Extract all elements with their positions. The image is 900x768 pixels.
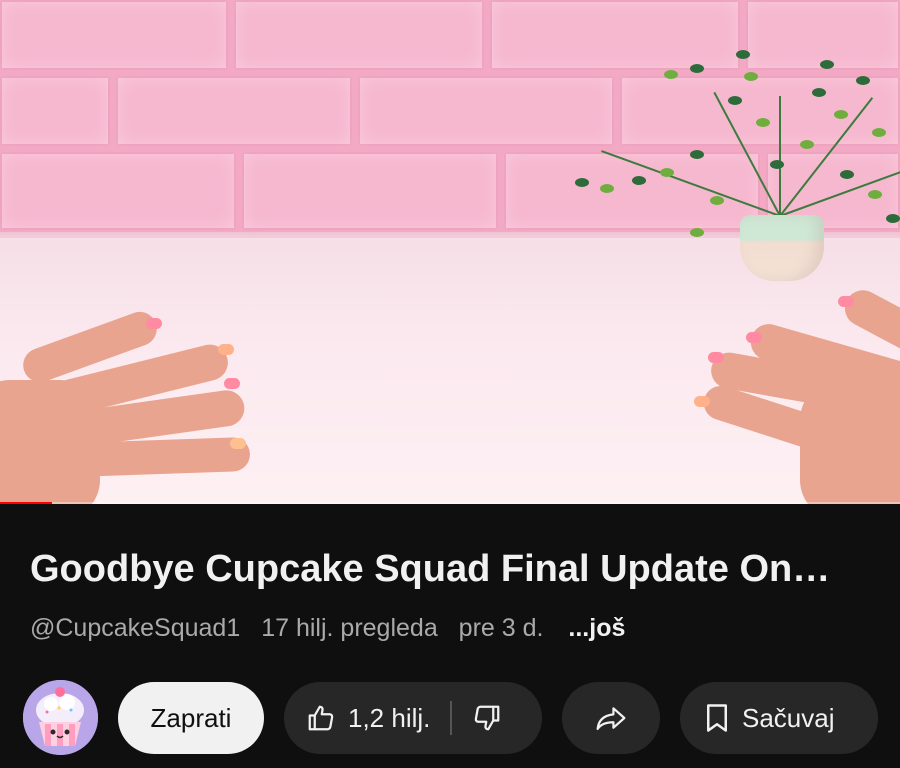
subscribe-button[interactable]: Zaprati bbox=[118, 682, 264, 754]
channel-handle: @CupcakeSquad1 bbox=[30, 614, 241, 642]
video-progress-bar[interactable] bbox=[0, 502, 900, 504]
video-progress-fill bbox=[0, 502, 53, 504]
bookmark-icon bbox=[704, 703, 730, 733]
cupcake-logo bbox=[23, 680, 98, 755]
share-button[interactable] bbox=[562, 682, 660, 754]
like-dislike-group: 1,2 hilj. bbox=[284, 682, 542, 754]
plant-pot bbox=[740, 215, 824, 281]
thumbs-down-icon[interactable] bbox=[472, 703, 502, 733]
like-divider bbox=[450, 701, 453, 735]
save-label: Sačuvaj bbox=[742, 702, 835, 733]
like-count[interactable]: 1,2 hilj. bbox=[348, 703, 430, 734]
save-button[interactable]: Sačuvaj bbox=[680, 682, 878, 754]
view-count: 17 hilj. pregleda bbox=[261, 614, 438, 642]
thumbs-up-icon[interactable] bbox=[306, 703, 336, 733]
video-player[interactable] bbox=[0, 0, 900, 504]
video-meta[interactable]: @CupcakeSquad1 17 hilj. pregleda pre 3 d… bbox=[30, 614, 639, 643]
video-title[interactable]: Goodbye Cupcake Squad Final Update On… bbox=[30, 548, 875, 591]
share-arrow-icon bbox=[594, 703, 628, 733]
upload-age: pre 3 d. bbox=[458, 614, 544, 642]
more-link[interactable]: ...još bbox=[568, 614, 625, 642]
channel-avatar[interactable] bbox=[23, 680, 98, 755]
